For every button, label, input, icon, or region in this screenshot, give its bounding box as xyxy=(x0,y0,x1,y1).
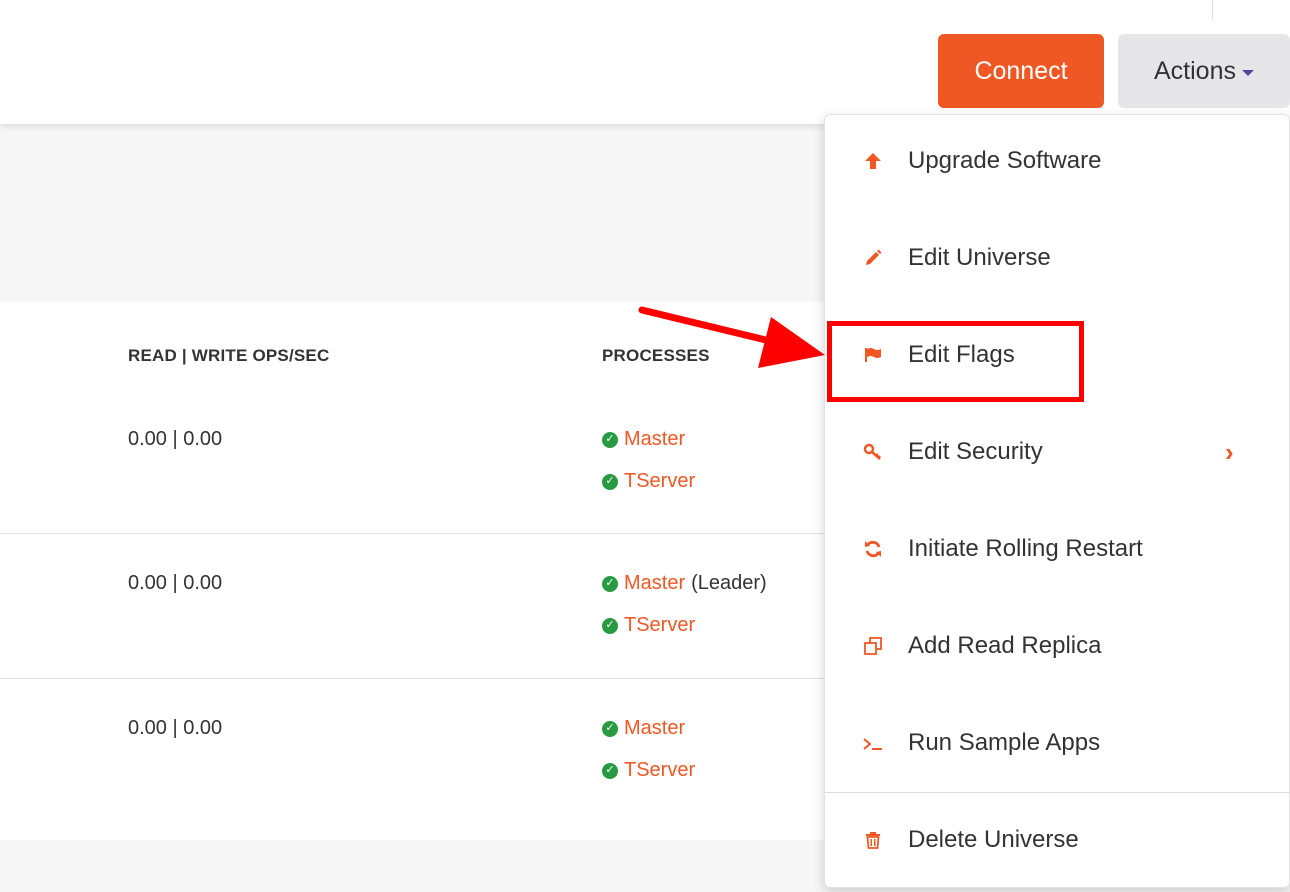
actions-dropdown-menu: Upgrade Software Edit Universe Edit Flag… xyxy=(824,114,1290,888)
key-icon xyxy=(861,440,885,464)
nodes-table: READ | WRITE OPS/SEC PROCESSES 0.00 | 0.… xyxy=(0,302,840,840)
menu-item-edit-security[interactable]: Edit Security › xyxy=(825,422,1289,482)
menu-item-run-sample-apps[interactable]: Run Sample Apps xyxy=(825,713,1289,773)
menu-item-edit-universe[interactable]: Edit Universe xyxy=(825,228,1289,288)
row-2-tserver[interactable]: ✓ TServer xyxy=(602,614,695,637)
menu-item-rolling-restart[interactable]: Initiate Rolling Restart xyxy=(825,519,1289,579)
row-2-master[interactable]: ✓ Master (Leader) xyxy=(602,572,767,595)
menu-item-label: Upgrade Software xyxy=(908,147,1102,174)
check-circle-icon: ✓ xyxy=(602,575,618,592)
chevron-right-icon: › xyxy=(1225,436,1234,467)
row-1-master[interactable]: ✓ Master xyxy=(602,428,685,451)
menu-item-label: Add Read Replica xyxy=(908,632,1102,659)
leader-label: (Leader) xyxy=(691,572,767,594)
actions-button-label: Actions xyxy=(1154,56,1236,85)
menu-item-upgrade-software[interactable]: Upgrade Software xyxy=(825,131,1289,191)
master-link[interactable]: Master xyxy=(624,572,685,595)
connect-button[interactable]: Connect xyxy=(938,34,1104,108)
row-separator xyxy=(0,533,840,534)
menu-divider xyxy=(825,792,1289,793)
menu-item-label: Edit Universe xyxy=(908,244,1051,271)
column-header-ops: READ | WRITE OPS/SEC xyxy=(128,346,330,365)
menu-item-delete-universe[interactable]: Delete Universe xyxy=(825,810,1289,870)
check-circle-icon: ✓ xyxy=(602,762,618,779)
menu-item-add-read-replica[interactable]: Add Read Replica xyxy=(825,616,1289,676)
row-3-tserver[interactable]: ✓ TServer xyxy=(602,759,695,782)
tserver-link[interactable]: TServer xyxy=(624,470,695,493)
tserver-link[interactable]: TServer xyxy=(624,614,695,637)
annotation-arrow xyxy=(638,306,825,368)
arrow-up-icon xyxy=(861,149,885,173)
copy-icon xyxy=(861,634,885,658)
connect-button-label: Connect xyxy=(974,56,1068,85)
trash-icon xyxy=(861,828,885,852)
row-3-master[interactable]: ✓ Master xyxy=(602,717,685,740)
check-circle-icon: ✓ xyxy=(602,473,618,490)
row-1-ops: 0.00 | 0.00 xyxy=(128,428,223,450)
actions-button[interactable]: Actions xyxy=(1118,34,1290,108)
refresh-icon xyxy=(861,537,885,561)
master-link[interactable]: Master xyxy=(624,428,685,451)
topbar-divider xyxy=(1212,0,1213,20)
menu-item-label: Edit Security xyxy=(908,438,1043,465)
row-1-tserver[interactable]: ✓ TServer xyxy=(602,470,695,493)
menu-item-label: Initiate Rolling Restart xyxy=(908,535,1143,562)
pencil-icon xyxy=(861,246,885,270)
menu-item-label: Run Sample Apps xyxy=(908,729,1101,756)
row-separator xyxy=(0,678,840,679)
check-circle-icon: ✓ xyxy=(602,617,618,634)
row-3-ops: 0.00 | 0.00 xyxy=(128,717,223,739)
master-link[interactable]: Master xyxy=(624,717,685,740)
check-circle-icon: ✓ xyxy=(602,431,618,448)
annotation-highlight-box xyxy=(827,321,1084,402)
check-circle-icon: ✓ xyxy=(602,720,618,737)
tserver-link[interactable]: TServer xyxy=(624,759,695,782)
row-2-ops: 0.00 | 0.00 xyxy=(128,572,223,594)
caret-down-icon xyxy=(1241,69,1254,76)
menu-item-label: Delete Universe xyxy=(908,826,1079,853)
top-bar: Connect Actions xyxy=(0,0,1290,124)
terminal-icon xyxy=(861,731,885,755)
